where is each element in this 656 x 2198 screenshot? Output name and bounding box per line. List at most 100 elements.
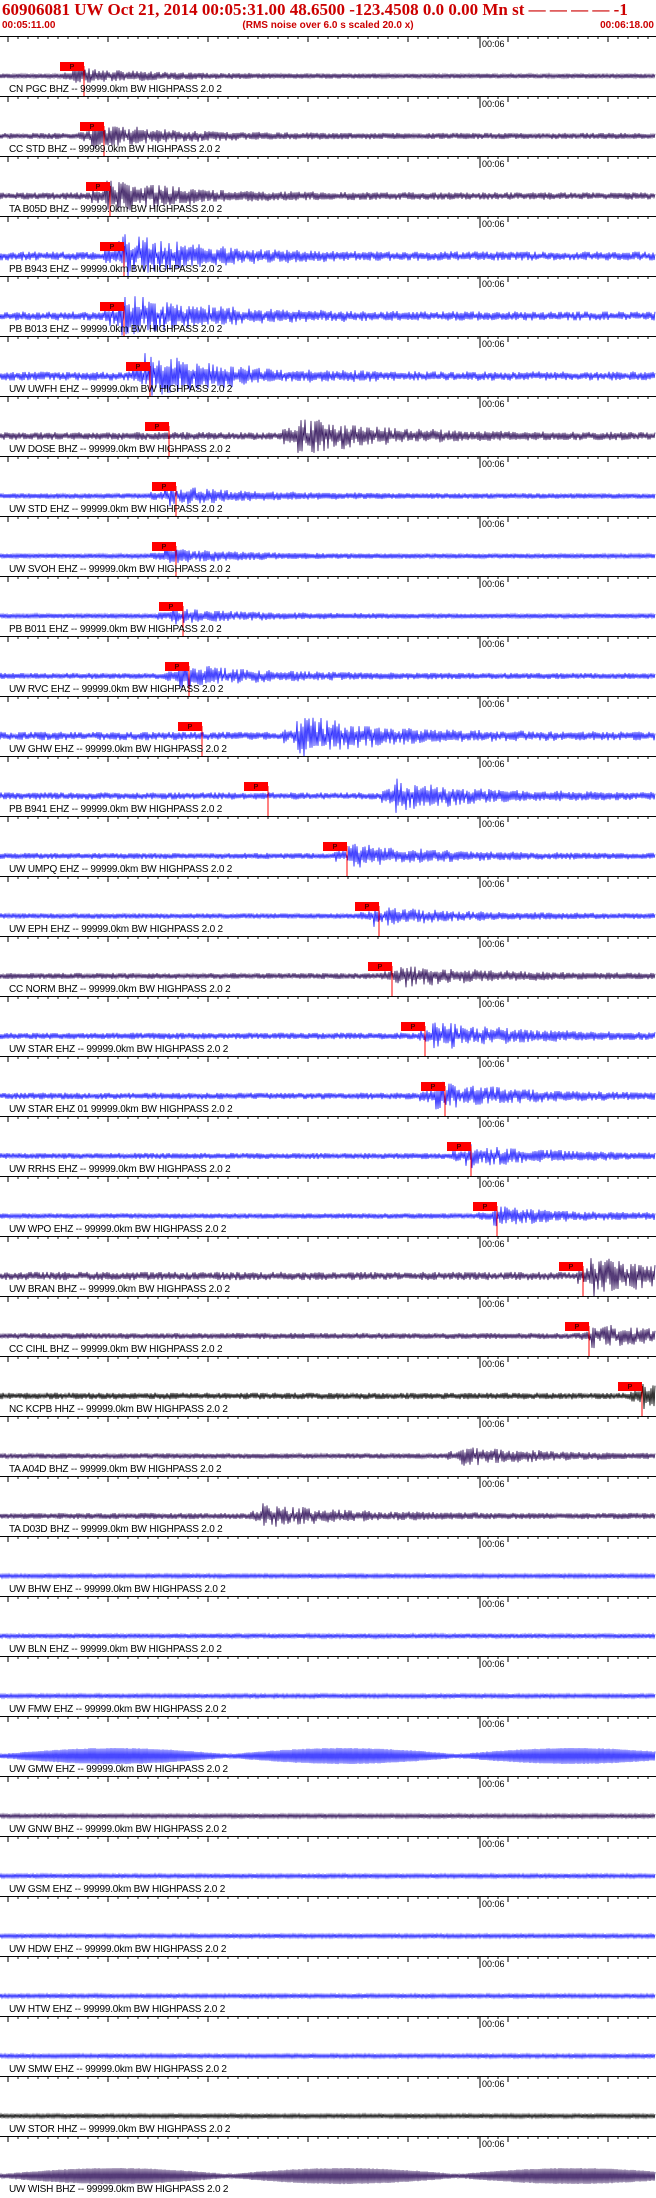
station-label: PB B943 EHZ -- 99999.0km BW HIGHPASS 2.0… [9, 264, 223, 275]
pick-label: P [254, 784, 259, 791]
waveform [0, 1812, 656, 1820]
end-time: 00:06:18.00 [600, 20, 654, 31]
minute-label: 00:06 [482, 279, 505, 289]
station-label: CC STD BHZ -- 99999.0km BW HIGHPASS 2.0 … [9, 144, 221, 155]
waveform [0, 2052, 656, 2060]
trace-row: P 00:06 PB B943 EHZ -- 99999.0km BW HIGHPA… [0, 216, 656, 276]
trace-row: 00:06 UW BLN EHZ -- 99999.0km BW HIGHPASS… [0, 1596, 656, 1656]
minute-label: 00:06 [482, 1479, 505, 1489]
waveform [0, 547, 656, 563]
trace-row: P 00:06 UW UMPQ EHZ -- 99999.0km BW HIGHPA… [0, 816, 656, 876]
minute-label: 00:06 [482, 2019, 505, 2029]
minute-label: 00:06 [482, 1959, 505, 1969]
trace-row: 00:06 UW FMW EHZ -- 99999.0km BW HIGHPASS… [0, 1656, 656, 1716]
pick-label: P [411, 1024, 416, 1031]
trace-row: P 00:06 UW RRHS EHZ -- 99999.0km BW HIGHPA… [0, 1116, 656, 1176]
pick-label: P [431, 1084, 436, 1091]
pick-label: P [483, 1204, 488, 1211]
minute-label: 00:06 [482, 1719, 505, 1729]
station-label: UW UWFH EHZ -- 99999.0km BW HIGHPASS 2.0… [9, 384, 233, 395]
pick-marker: P [323, 842, 348, 876]
waveform [0, 1447, 656, 1466]
station-label: CC NORM BHZ -- 99999.0km BW HIGHPASS 2.0… [9, 984, 231, 995]
station-label: PB B011 EHZ -- 99999.0km BW HIGHPASS 2.0… [9, 624, 222, 635]
trace-row: P 00:06 UW RVC EHZ -- 99999.0km BW HIGHPAS… [0, 636, 656, 696]
pick-label: P [169, 604, 174, 611]
pick-label: P [457, 1144, 462, 1151]
station-label: CC CIHL BHZ -- 99999.0km BW HIGHPASS 2.0… [9, 1344, 223, 1355]
pick-label: P [333, 844, 338, 851]
trace-row: P 00:06 TA B05D BHZ -- 99999.0km BW HIGHPA… [0, 156, 656, 216]
pick-label: P [378, 964, 383, 971]
minute-label: 00:06 [482, 2079, 505, 2089]
pick-label: P [110, 244, 115, 251]
minute-label: 00:06 [482, 999, 505, 1009]
station-label: UW GMW EHZ -- 99999.0km BW HIGHPASS 2.0 … [9, 1764, 228, 1775]
pick-label: P [188, 724, 193, 731]
minute-label: 00:06 [482, 1119, 505, 1129]
station-label: TA B05D BHZ -- 99999.0km BW HIGHPASS 2.0… [9, 204, 222, 215]
seismogram-traces: P 00:06 CN PGC BHZ -- 99999.0km BW HIGHPAS… [0, 36, 656, 2196]
trace-row: P 00:06 UW STAR EHZ -- 99999.0km BW HIGHPA… [0, 996, 656, 1056]
station-label: UW STOR HHZ -- 99999.0km BW HIGHPASS 2.0… [9, 2124, 231, 2135]
waveform [0, 607, 656, 625]
pick-label: P [162, 484, 167, 491]
station-label: UW GSM EHZ -- 99999.0km BW HIGHPASS 2.0 … [9, 1884, 226, 1895]
pick-label: P [70, 64, 75, 71]
waveform [0, 1747, 656, 1765]
waveform [0, 1872, 656, 1880]
trace-row: 00:06 UW STOR HHZ -- 99999.0km BW HIGHPAS… [0, 2076, 656, 2136]
pick-label: P [136, 364, 141, 371]
minute-label: 00:06 [482, 1179, 505, 1189]
station-label: PB B941 EHZ -- 99999.0km BW HIGHPASS 2.0… [9, 804, 223, 815]
minute-label: 00:06 [482, 939, 505, 949]
waveform [0, 1692, 656, 1700]
pick-label: P [96, 184, 101, 191]
station-label: CN PGC BHZ -- 99999.0km BW HIGHPASS 2.0 … [9, 84, 222, 95]
rms-note: (RMS noise over 6.0 s scaled 20.0 x) [242, 20, 414, 31]
trace-row: 00:06 UW GMW EHZ -- 99999.0km BW HIGHPASS… [0, 1716, 656, 1776]
minute-label: 00:06 [482, 1419, 505, 1429]
station-label: UW HDW EHZ -- 99999.0km BW HIGHPASS 2.0 … [9, 1944, 227, 1955]
trace-row: P 00:06 PB B011 EHZ -- 99999.0km BW HIGHPA… [0, 576, 656, 636]
pick-label: P [90, 124, 95, 131]
station-label: UW SMW EHZ -- 99999.0km BW HIGHPASS 2.0 … [9, 2064, 227, 2075]
pick-label: P [162, 544, 167, 551]
minute-label: 00:06 [482, 1599, 505, 1609]
trace-row: 00:06 UW GSM EHZ -- 99999.0km BW HIGHPASS… [0, 1836, 656, 1896]
minute-label: 00:06 [482, 579, 505, 589]
pick-marker: P [447, 1142, 472, 1176]
minute-label: 00:06 [482, 1779, 505, 1789]
waveform [0, 1932, 656, 1940]
trace-row: P 00:06 CC CIHL BHZ -- 99999.0km BW HIGHPA… [0, 1296, 656, 1356]
pick-label: P [628, 1384, 633, 1391]
station-label: UW FMW EHZ -- 99999.0km BW HIGHPASS 2.0 … [9, 1704, 227, 1715]
trace-row: P 00:06 UW BRAN BHZ -- 99999.0km BW HIGHPA… [0, 1236, 656, 1296]
station-label: UW RVC EHZ -- 99999.0km BW HIGHPASS 2.0 … [9, 684, 224, 695]
minute-label: 00:06 [482, 1659, 505, 1669]
minute-label: 00:06 [482, 519, 505, 529]
trace-row: P 00:06 UW UWFH EHZ -- 99999.0km BW HIGHPA… [0, 336, 656, 396]
station-label: UW EPH EHZ -- 99999.0km BW HIGHPASS 2.0 … [9, 924, 223, 935]
pick-label: P [575, 1324, 580, 1331]
trace-row: P 00:06 UW GHW EHZ -- 99999.0km BW HIGHPAS… [0, 696, 656, 756]
pick-label: P [110, 304, 115, 311]
pick-label: P [365, 904, 370, 911]
minute-label: 00:06 [482, 339, 505, 349]
pick-label: P [569, 1264, 574, 1271]
minute-label: 00:06 [482, 879, 505, 889]
waveform [0, 1572, 656, 1580]
pick-marker: P [559, 1262, 584, 1296]
trace-row: P 00:06 PB B013 EHZ -- 99999.0km BW HIGHPA… [0, 276, 656, 336]
minute-label: 00:06 [482, 459, 505, 469]
trace-row: P 00:06 UW WPO EHZ -- 99999.0km BW HIGHPAS… [0, 1176, 656, 1236]
station-label: UW GNW BHZ -- 99999.0km BW HIGHPASS 2.0 … [9, 1824, 227, 1835]
station-label: UW DOSE BHZ -- 99999.0km BW HIGHPASS 2.0… [9, 444, 231, 455]
station-label: UW WISH BHZ -- 99999.0km BW HIGHPASS 2.0… [9, 2184, 229, 2195]
trace-row: P 00:06 UW SVOH EHZ -- 99999.0km BW HIGHPA… [0, 516, 656, 576]
waveform [0, 2112, 656, 2120]
station-label: PB B013 EHZ -- 99999.0km BW HIGHPASS 2.0… [9, 324, 223, 335]
trace-row: 00:06 TA A04D BHZ -- 99999.0km BW HIGHPAS… [0, 1416, 656, 1476]
trace-row: P 00:06 CC NORM BHZ -- 99999.0km BW HIGHPA… [0, 936, 656, 996]
minute-label: 00:06 [482, 399, 505, 409]
